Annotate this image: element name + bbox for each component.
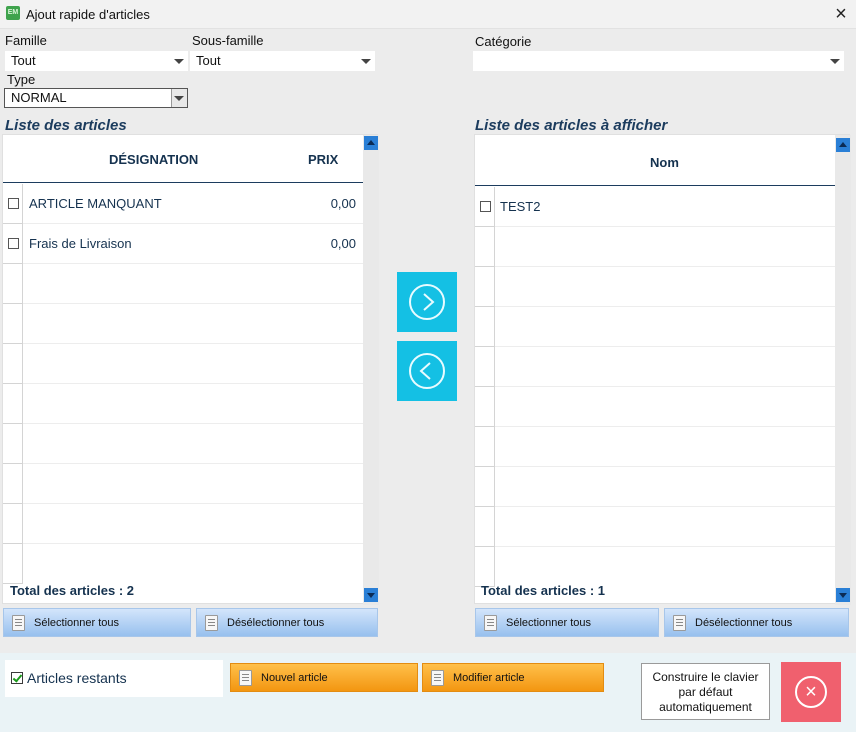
scroll-down-button[interactable] (364, 588, 378, 602)
document-icon (673, 615, 686, 631)
move-right-button[interactable] (397, 272, 457, 332)
row-selector-column (475, 187, 495, 587)
modifier-article-button[interactable]: Modifier article (422, 663, 604, 692)
type-dropdown-button[interactable] (171, 89, 187, 107)
row-prix: 0,00 (330, 196, 356, 211)
famille-combo[interactable]: Tout (5, 51, 188, 71)
row-designation: ARTICLE MANQUANT (29, 196, 162, 211)
left-deselect-all-label: Désélectionner tous (227, 617, 325, 629)
close-circle-icon: × (805, 681, 817, 703)
categorie-combo[interactable] (473, 51, 844, 71)
row-prix: 0,00 (330, 236, 356, 251)
modifier-article-label: Modifier article (453, 672, 525, 684)
checkbox-checked-icon[interactable] (11, 672, 23, 684)
articles-grid: DÉSIGNATION PRIX ARTICLE MANQUANT 0,00 F… (2, 134, 379, 605)
build-line2: par défaut (678, 685, 733, 699)
scroll-up-button[interactable] (836, 138, 850, 152)
type-combo[interactable]: NORMAL (4, 88, 188, 108)
articles-restants-checkbox[interactable]: Articles restants (5, 660, 223, 697)
row-checkbox[interactable] (8, 238, 19, 249)
chevron-down-icon (174, 59, 184, 64)
col-prix[interactable]: PRIX (308, 152, 338, 167)
arrow-down-icon (839, 593, 847, 598)
left-list-title: Liste des articles (5, 117, 127, 134)
document-icon (431, 670, 444, 686)
build-line3: automatiquement (659, 700, 752, 714)
sous-famille-combo[interactable]: Tout (190, 51, 375, 71)
row-designation: Frais de Livraison (29, 236, 132, 251)
row-nom: TEST2 (500, 199, 541, 214)
window-title: Ajout rapide d'articles (26, 7, 150, 22)
categorie-label: Catégorie (475, 34, 532, 49)
chevron-down-icon (174, 96, 184, 101)
chevron-left-circle-icon (419, 362, 431, 380)
col-nom[interactable]: Nom (650, 155, 679, 170)
left-deselect-all-button[interactable]: Désélectionner tous (196, 608, 378, 637)
sous-famille-value: Tout (196, 53, 221, 68)
row-checkbox[interactable] (480, 201, 491, 212)
col-designation[interactable]: DÉSIGNATION (109, 152, 198, 167)
right-select-all-label: Sélectionner tous (506, 617, 591, 629)
right-total: Total des articles : 1 (481, 583, 606, 598)
left-total: Total des articles : 2 (10, 583, 135, 598)
right-list-title: Liste des articles à afficher (475, 117, 668, 134)
chevron-right-circle-icon (423, 293, 435, 311)
type-value: NORMAL (11, 90, 67, 105)
right-deselect-all-label: Désélectionner tous (695, 617, 793, 629)
document-icon (484, 615, 497, 631)
nouvel-article-label: Nouvel article (261, 672, 328, 684)
document-icon (205, 615, 218, 631)
arrow-up-icon (839, 142, 847, 147)
right-scrollbar[interactable] (835, 135, 851, 605)
close-icon[interactable]: × (831, 3, 851, 25)
sous-famille-label: Sous-famille (192, 33, 264, 48)
arrow-down-icon (367, 593, 375, 598)
scroll-up-button[interactable] (364, 136, 378, 150)
scroll-down-button[interactable] (836, 588, 850, 602)
build-keyboard-button[interactable]: Construire le clavier par défaut automat… (641, 663, 770, 720)
build-line1: Construire le clavier (652, 670, 759, 684)
type-label: Type (7, 72, 36, 87)
move-left-button[interactable] (397, 341, 457, 401)
row-checkbox[interactable] (8, 198, 19, 209)
left-select-all-label: Sélectionner tous (34, 617, 119, 629)
arrow-up-icon (367, 140, 375, 145)
document-icon (12, 615, 25, 631)
chevron-down-icon (830, 59, 840, 64)
document-icon (239, 670, 252, 686)
right-select-all-button[interactable]: Sélectionner tous (475, 608, 659, 637)
famille-label: Famille (5, 33, 47, 48)
left-select-all-button[interactable]: Sélectionner tous (3, 608, 191, 637)
left-scrollbar[interactable] (363, 135, 379, 605)
chevron-down-icon (361, 59, 371, 64)
nouvel-article-button[interactable]: Nouvel article (230, 663, 418, 692)
exit-button[interactable]: × (781, 662, 841, 722)
app-icon: EM (6, 6, 20, 20)
display-grid: Nom TEST2 Total des articles : 1 (474, 134, 851, 605)
right-deselect-all-button[interactable]: Désélectionner tous (664, 608, 849, 637)
articles-restants-label: Articles restants (27, 670, 127, 686)
famille-value: Tout (11, 53, 36, 68)
